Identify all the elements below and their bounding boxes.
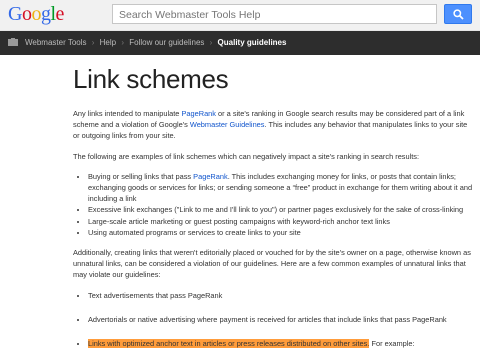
breadcrumb-separator: › (91, 38, 95, 47)
product-icon[interactable] (8, 38, 18, 47)
top-bar: Google (0, 0, 480, 31)
list-item-text: For example: (369, 339, 415, 349)
logo-letter: e (55, 3, 65, 25)
logo-letter: o (31, 3, 41, 25)
search-icon (453, 9, 464, 20)
breadcrumb-current: Quality guidelines (217, 38, 287, 47)
article-body: Any links intended to manipulate PageRan… (73, 108, 473, 362)
webmaster-guidelines-link[interactable]: Webmaster Guidelines (190, 120, 265, 129)
unnatural-links-paragraph: Additionally, creating links that weren'… (73, 248, 471, 280)
breadcrumb-follow-guidelines[interactable]: Follow our guidelines (129, 38, 204, 47)
pagerank-link[interactable]: PageRank (181, 109, 216, 118)
breadcrumb-webmaster-tools[interactable]: Webmaster Tools (25, 38, 87, 47)
breadcrumb: Webmaster Tools › Help › Follow our guid… (0, 31, 480, 55)
google-logo[interactable]: Google (8, 3, 64, 26)
link-scheme-list: Buying or selling links that pass PageRa… (73, 171, 473, 238)
list-item: Using automated programs or services to … (88, 227, 473, 238)
search-button[interactable] (444, 4, 472, 24)
list-item: Advertorials or native advertising where… (88, 314, 473, 325)
pagerank-link[interactable]: PageRank (193, 172, 228, 181)
breadcrumb-help[interactable]: Help (100, 38, 116, 47)
breadcrumb-separator: › (121, 38, 125, 47)
search-box (112, 4, 437, 24)
intro-text-1: Any links intended to manipulate (73, 109, 182, 118)
list-item: Large-scale article marketing or guest p… (88, 216, 473, 227)
list-item: Text advertisements that pass PageRank (88, 290, 473, 301)
list-item: Links with optimized anchor text in arti… (88, 338, 473, 349)
logo-letter: g (40, 3, 51, 25)
page-title: Link schemes (73, 64, 229, 94)
breadcrumb-separator: › (209, 38, 213, 47)
logo-letter: o (21, 3, 32, 25)
search-input[interactable] (113, 6, 436, 24)
list-item: Buying or selling links that pass PageRa… (88, 171, 473, 205)
unnatural-links-list: Text advertisements that pass PageRank A… (73, 290, 473, 350)
list-item-text: Buying or selling links that pass (88, 171, 194, 181)
list-item: Excessive link exchanges ("Link to me an… (88, 204, 473, 215)
examples-intro: The following are examples of link schem… (73, 151, 420, 161)
highlighted-text: Links with optimized anchor text in arti… (88, 339, 370, 349)
logo-letter: G (8, 3, 22, 25)
intro-paragraph: Any links intended to manipulate PageRan… (73, 108, 473, 142)
